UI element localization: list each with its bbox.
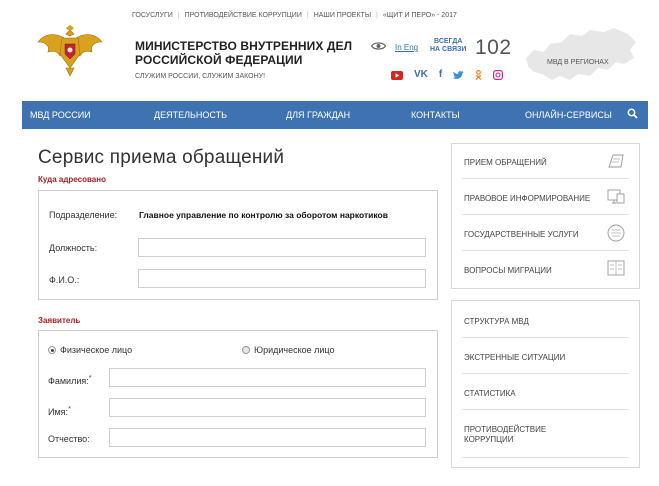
sidebar-item-appeals[interactable]: ПРИЕМ ОБРАЩЕНИЙ: [464, 158, 547, 168]
russia-map-icon[interactable]: [520, 20, 640, 92]
twitter-icon[interactable]: [453, 70, 465, 80]
division-label: Подразделение:: [49, 210, 118, 220]
top-link-anticorruption[interactable]: ПРОТИВОДЕЙСТВИЕ КОРРУПЦИИ: [185, 12, 302, 19]
passport-icon[interactable]: [607, 260, 625, 276]
ministry-name-line2: РОССИЙСКОЙ ФЕДЕРАЦИИ: [135, 53, 303, 67]
nav-item-for-citizens[interactable]: ДЛЯ ГРАЖДАН: [286, 110, 350, 120]
nav-item-mvd-russia[interactable]: МВД РОССИИ: [30, 110, 91, 120]
social-links: VK f: [391, 70, 504, 80]
fio-label: Ф.И.О.:: [49, 275, 80, 285]
facebook-icon[interactable]: f: [439, 70, 442, 80]
contact-label: ВСЕГДА НА СВЯЗИ: [430, 38, 466, 54]
ministry-motto: СЛУЖИМ РОССИИ, СЛУЖИМ ЗАКОНУ!: [135, 73, 266, 80]
regions-label[interactable]: МВД В РЕГИОНАХ: [547, 59, 609, 66]
required-mark: *: [88, 373, 92, 382]
emergency-phone[interactable]: 102: [475, 36, 512, 60]
radio-individual[interactable]: Физическое лицо: [48, 345, 132, 355]
sidebar-item-anticorruption[interactable]: ПРОТИВОДЕЙСТВИЕ КОРРУПЦИИ: [464, 425, 546, 445]
fio-input[interactable]: [138, 269, 426, 288]
ministry-name-line1: МИНИСТЕРСТВО ВНУТРЕННИХ ДЕЛ: [135, 39, 353, 53]
youtube-icon[interactable]: [391, 70, 403, 80]
top-link-projects[interactable]: НАШИ ПРОЕКТЫ: [314, 12, 371, 19]
instagram-icon[interactable]: [493, 70, 504, 80]
search-icon[interactable]: [627, 108, 638, 119]
sidebar-divider: [462, 373, 629, 374]
sidebar-item-anticorruption-line1: ПРОТИВОДЕЙСТВИЕ: [464, 425, 547, 434]
odnoklassniki-icon[interactable]: [475, 70, 482, 80]
nav-item-activity[interactable]: ДЕЯТЕЛЬНОСТЬ: [154, 110, 227, 120]
radio-legal-label: Юридическое лицо: [254, 345, 335, 355]
applicant-box: Физическое лицо Юридическое лицо Фамилия…: [38, 330, 438, 458]
sidebar-divider: [462, 178, 629, 179]
page-title: Сервис приема обращений: [38, 147, 285, 168]
patronymic-label: Отчество:: [48, 434, 90, 444]
sidebar-item-statistics[interactable]: СТАТИСТИКА: [464, 389, 516, 399]
sidebar-divider: [462, 457, 629, 458]
radio-legal[interactable]: Юридическое лицо: [242, 345, 335, 355]
eye-icon[interactable]: [371, 41, 386, 51]
sidebar-services: ПРИЕМ ОБРАЩЕНИЙ ПРАВОВОЕ ИНФОРМИРОВАНИЕ …: [451, 143, 640, 289]
radio-individual-dot[interactable]: [48, 346, 56, 354]
sidebar-item-legal-info[interactable]: ПРАВОВОЕ ИНФОРМИРОВАНИЕ: [464, 194, 590, 204]
addressee-box: Подразделение: Главное управление по кон…: [38, 190, 438, 300]
position-input[interactable]: [138, 238, 426, 257]
ministry-block: МИНИСТЕРСТВО ВНУТРЕННИХ ДЕЛ РОССИЙСКОЙ Ф…: [135, 39, 352, 80]
gosuslugi-icon[interactable]: [607, 224, 625, 242]
name-label: Имя:*: [48, 404, 71, 417]
contact-line2: НА СВЯЗИ: [430, 46, 467, 53]
sidebar-divider: [462, 214, 629, 215]
sidebar-divider: [462, 250, 629, 251]
surname-label: Фамилия:*: [48, 373, 92, 386]
required-mark: *: [68, 404, 71, 413]
sidebar-info: СТРУКТУРА МВД ЭКСТРЕННЫЕ СИТУАЦИИ СТАТИС…: [451, 300, 640, 468]
sidebar-item-structure[interactable]: СТРУКТУРА МВД: [464, 317, 529, 327]
nav-item-contacts[interactable]: КОНТАКТЫ: [411, 110, 460, 120]
top-link-gosuslugi[interactable]: ГОСУСЛУГИ: [132, 12, 173, 19]
sidebar-item-anticorruption-line2: КОРРУПЦИИ: [464, 435, 514, 444]
sidebar-item-migration[interactable]: ВОПРОСЫ МИГРАЦИИ: [464, 266, 552, 276]
patronymic-input[interactable]: [109, 428, 426, 447]
monitor-document-icon[interactable]: [607, 189, 625, 205]
document-pen-icon[interactable]: [607, 153, 625, 169]
section-applicant-heading: Заявитель: [38, 316, 81, 325]
sidebar-item-gov-services[interactable]: ГОСУДАРСТВЕННЫЕ УСЛУГИ: [464, 230, 579, 240]
sidebar-divider: [462, 337, 629, 338]
vk-icon[interactable]: VK: [414, 70, 428, 80]
position-label: Должность:: [49, 243, 98, 253]
radio-individual-label: Физическое лицо: [60, 345, 133, 355]
surname-input[interactable]: [109, 368, 426, 387]
english-link[interactable]: In Eng: [395, 43, 418, 52]
sidebar-divider: [462, 409, 629, 410]
emblem-icon[interactable]: [36, 24, 104, 78]
contact-line1: ВСЕГДА: [434, 38, 463, 45]
surname-label-text: Фамилия:: [48, 376, 89, 386]
top-links: ГОСУСЛУГИ | ПРОТИВОДЕЙСТВИЕ КОРРУПЦИИ | НАШИ…: [132, 12, 457, 19]
top-link-shield-pen[interactable]: «ЩИТ И ПЕРО» - 2017: [383, 12, 457, 19]
name-input[interactable]: [109, 398, 426, 417]
section-addressee-heading: Куда адресовано: [38, 175, 106, 184]
radio-legal-dot[interactable]: [242, 346, 250, 354]
nav-item-online-services[interactable]: ОНЛАЙН-СЕРВИСЫ: [525, 110, 612, 120]
sidebar-item-emergencies[interactable]: ЭКСТРЕННЫЕ СИТУАЦИИ: [464, 353, 565, 363]
name-label-text: Имя:: [48, 407, 69, 417]
division-value: Главное управление по контролю за оборот…: [139, 210, 388, 220]
main-navbar: МВД РОССИИ ДЕЯТЕЛЬНОСТЬ ДЛЯ ГРАЖДАН КОНТ…: [22, 101, 648, 129]
